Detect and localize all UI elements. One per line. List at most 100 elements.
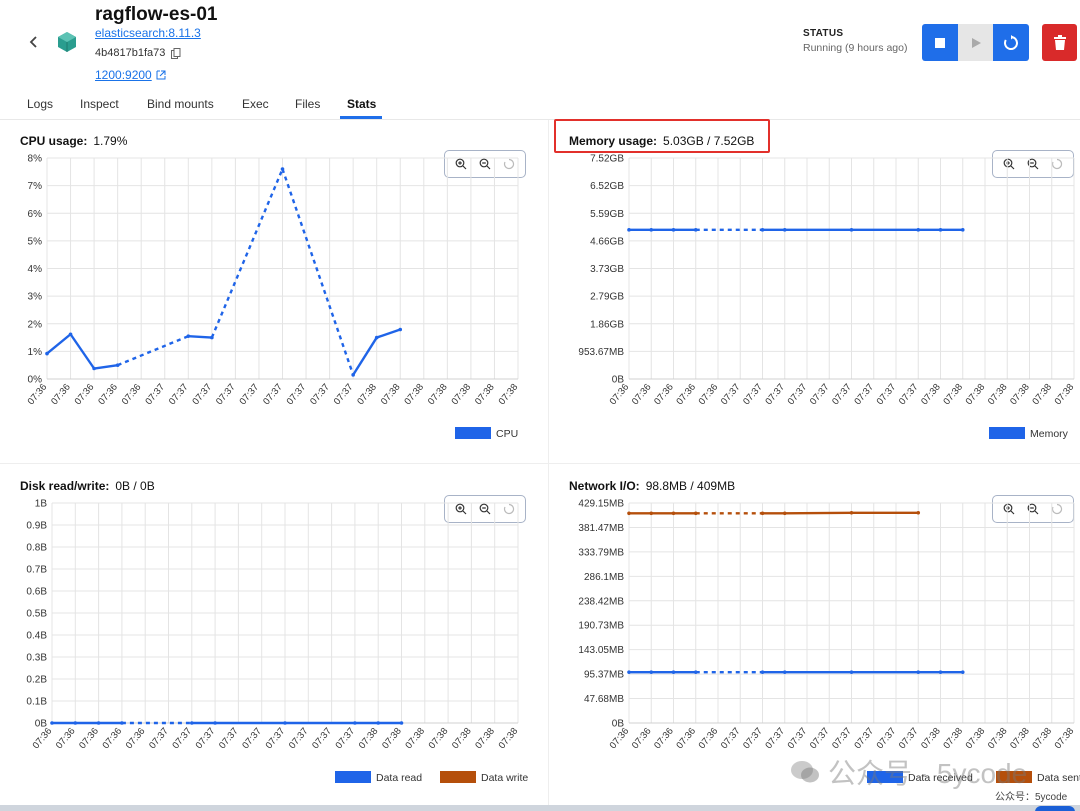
data-point[interactable] xyxy=(760,511,765,516)
legend-swatch[interactable] xyxy=(989,427,1025,439)
delete-button[interactable] xyxy=(1042,24,1077,61)
data-point[interactable] xyxy=(782,670,787,674)
tab-files[interactable]: Files xyxy=(295,97,320,111)
data-point[interactable] xyxy=(760,670,765,674)
x-tick-label: 07:36 xyxy=(73,382,97,407)
back-button[interactable] xyxy=(22,30,46,54)
data-point[interactable] xyxy=(213,721,217,725)
tab-inspect[interactable]: Inspect xyxy=(80,97,119,111)
x-tick-label: 07:37 xyxy=(143,382,167,407)
data-point[interactable] xyxy=(399,721,404,725)
port-link[interactable]: 1200:9200 xyxy=(95,68,166,82)
data-point[interactable] xyxy=(374,335,379,340)
data-point[interactable] xyxy=(398,327,403,332)
data-point[interactable] xyxy=(960,670,965,674)
status-label: STATUS xyxy=(803,28,844,39)
image-link[interactable]: elasticsearch:8.11.3 xyxy=(95,26,201,40)
data-point[interactable] xyxy=(115,363,120,367)
data-point[interactable] xyxy=(671,670,676,674)
cpu-chart: 0%1%2%3%4%5%6%7%8%07:36 07:36 07:36 07:36 07… xyxy=(26,154,521,441)
x-tick-label: 07:37 xyxy=(310,726,334,751)
y-tick-label: 143.05MB xyxy=(578,645,624,656)
y-tick-label: 0.6B xyxy=(26,587,47,598)
data-point[interactable] xyxy=(693,670,698,674)
restart-button[interactable] xyxy=(993,24,1030,61)
legend-label[interactable]: Data write xyxy=(481,772,528,784)
data-point[interactable] xyxy=(782,511,787,516)
x-tick-label: 07:36 xyxy=(96,382,120,407)
legend-label[interactable]: CPU xyxy=(496,428,518,440)
data-point[interactable] xyxy=(849,670,854,674)
y-tick-label: 7% xyxy=(28,181,43,192)
data-point[interactable] xyxy=(627,670,631,674)
data-point[interactable] xyxy=(627,511,631,516)
x-tick-label: 07:36 xyxy=(674,726,698,751)
data-point[interactable] xyxy=(849,510,854,515)
legend-swatch[interactable] xyxy=(455,427,491,439)
stop-button[interactable] xyxy=(922,24,958,61)
data-point[interactable] xyxy=(353,721,357,725)
tab-stats[interactable]: Stats xyxy=(347,97,376,111)
x-tick-label: 07:38 xyxy=(1030,726,1054,751)
data-point[interactable] xyxy=(849,228,854,232)
x-tick-label: 07:37 xyxy=(875,382,899,407)
data-point[interactable] xyxy=(351,373,355,377)
data-point[interactable] xyxy=(45,351,49,356)
data-point[interactable] xyxy=(627,228,631,232)
x-tick-label: 07:38 xyxy=(379,382,403,407)
data-point[interactable] xyxy=(280,167,285,171)
x-tick-label: 07:38 xyxy=(986,726,1010,751)
x-tick-label: 07:36 xyxy=(31,726,55,751)
external-link-icon xyxy=(156,70,166,80)
data-point[interactable] xyxy=(693,228,698,232)
legend-swatch[interactable] xyxy=(440,771,476,783)
data-point[interactable] xyxy=(50,721,54,725)
x-tick-label: 07:37 xyxy=(897,726,921,751)
data-point[interactable] xyxy=(916,228,921,232)
data-point[interactable] xyxy=(760,228,765,232)
data-point[interactable] xyxy=(693,511,698,516)
legend-label[interactable]: Data sent xyxy=(1037,772,1080,784)
data-point[interactable] xyxy=(283,721,287,725)
x-tick-label: 07:38 xyxy=(402,382,426,407)
data-point[interactable] xyxy=(960,228,965,232)
data-point[interactable] xyxy=(96,721,101,725)
data-point[interactable] xyxy=(190,721,194,725)
legend-swatch[interactable] xyxy=(335,771,371,783)
data-point[interactable] xyxy=(916,510,921,515)
tab-bind-mounts[interactable]: Bind mounts xyxy=(147,97,214,111)
data-point[interactable] xyxy=(938,670,943,674)
data-point[interactable] xyxy=(68,332,73,337)
x-tick-label: 07:37 xyxy=(830,382,854,407)
bottom-scrollbar[interactable] xyxy=(0,805,1080,811)
x-tick-label: 07:38 xyxy=(473,382,497,407)
x-tick-label: 07:37 xyxy=(194,726,218,751)
data-point[interactable] xyxy=(938,228,943,232)
x-tick-label: 07:37 xyxy=(264,726,288,751)
x-tick-label: 07:37 xyxy=(287,726,311,751)
tab-exec[interactable]: Exec xyxy=(242,97,269,111)
data-point[interactable] xyxy=(649,228,654,232)
y-tick-label: 0.7B xyxy=(26,565,47,576)
data-point[interactable] xyxy=(671,511,676,516)
start-button[interactable] xyxy=(957,24,994,61)
data-point[interactable] xyxy=(186,334,191,338)
data-point[interactable] xyxy=(120,721,124,725)
data-point[interactable] xyxy=(92,366,96,371)
watermark-small: 公众号：5ycode xyxy=(995,792,1068,803)
tab-logs[interactable]: Logs xyxy=(27,97,53,111)
data-point[interactable] xyxy=(649,511,654,516)
data-point[interactable] xyxy=(210,335,214,340)
copy-icon[interactable] xyxy=(171,47,181,59)
data-point[interactable] xyxy=(671,228,676,232)
data-point[interactable] xyxy=(73,721,78,725)
y-tick-label: 286.1MB xyxy=(584,572,624,583)
data-point[interactable] xyxy=(376,721,381,725)
legend-label[interactable]: Memory xyxy=(1030,428,1069,440)
legend-label[interactable]: Data read xyxy=(376,772,422,784)
data-point[interactable] xyxy=(916,670,921,674)
data-point[interactable] xyxy=(649,670,654,674)
data-point[interactable] xyxy=(782,228,787,232)
y-tick-label: 190.73MB xyxy=(578,621,624,632)
bottom-floating-tab[interactable] xyxy=(1035,806,1075,811)
